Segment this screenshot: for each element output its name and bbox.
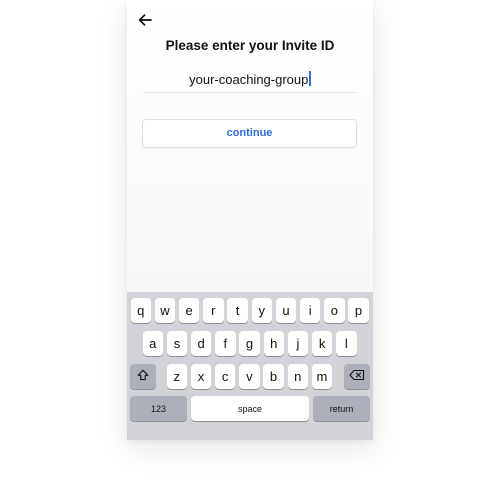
key-s[interactable]: s <box>166 331 188 356</box>
key-u[interactable]: u <box>275 298 297 323</box>
key-k[interactable]: k <box>311 331 333 356</box>
key-v[interactable]: v <box>239 364 260 389</box>
key-e[interactable]: e <box>178 298 200 323</box>
numbers-key[interactable]: 123 <box>130 396 187 421</box>
keyboard: qwertyuiop asdfghjkl zxcvbnm 123 space r… <box>127 292 373 440</box>
continue-button[interactable]: continue <box>142 119 357 148</box>
phone-screen: Please enter your Invite ID your-coachin… <box>127 0 373 440</box>
key-w[interactable]: w <box>154 298 176 323</box>
key-h[interactable]: h <box>263 331 284 356</box>
key-j[interactable]: j <box>287 331 309 356</box>
backspace-icon <box>349 369 365 384</box>
key-y[interactable]: y <box>251 298 272 323</box>
shift-key[interactable] <box>130 364 156 389</box>
key-l[interactable]: l <box>336 331 357 356</box>
key-n[interactable]: n <box>287 364 308 389</box>
key-r[interactable]: r <box>203 298 224 323</box>
key-a[interactable]: a <box>142 331 163 356</box>
key-p[interactable]: p <box>348 298 369 323</box>
key-f[interactable]: f <box>215 331 236 356</box>
return-key[interactable]: return <box>313 396 370 421</box>
arrow-left-icon <box>138 13 152 31</box>
invite-id-input[interactable]: your-coaching-group <box>143 68 357 93</box>
key-c[interactable]: c <box>214 364 236 389</box>
key-d[interactable]: d <box>190 331 212 356</box>
key-t[interactable]: t <box>227 298 248 323</box>
key-b[interactable]: b <box>263 364 284 389</box>
key-q[interactable]: q <box>130 298 151 323</box>
back-button[interactable] <box>135 12 155 32</box>
page-title: Please enter your Invite ID <box>165 38 335 53</box>
key-i[interactable]: i <box>299 298 321 323</box>
key-x[interactable]: x <box>190 364 212 389</box>
shift-icon <box>137 369 149 384</box>
key-z[interactable]: z <box>166 364 187 389</box>
backspace-key[interactable] <box>344 364 370 389</box>
key-m[interactable]: m <box>311 364 333 389</box>
text-cursor <box>309 71 311 87</box>
space-key[interactable]: space <box>191 396 309 421</box>
key-g[interactable]: g <box>239 331 260 356</box>
invite-id-value: your-coaching-group <box>189 72 309 87</box>
key-o[interactable]: o <box>324 298 345 323</box>
